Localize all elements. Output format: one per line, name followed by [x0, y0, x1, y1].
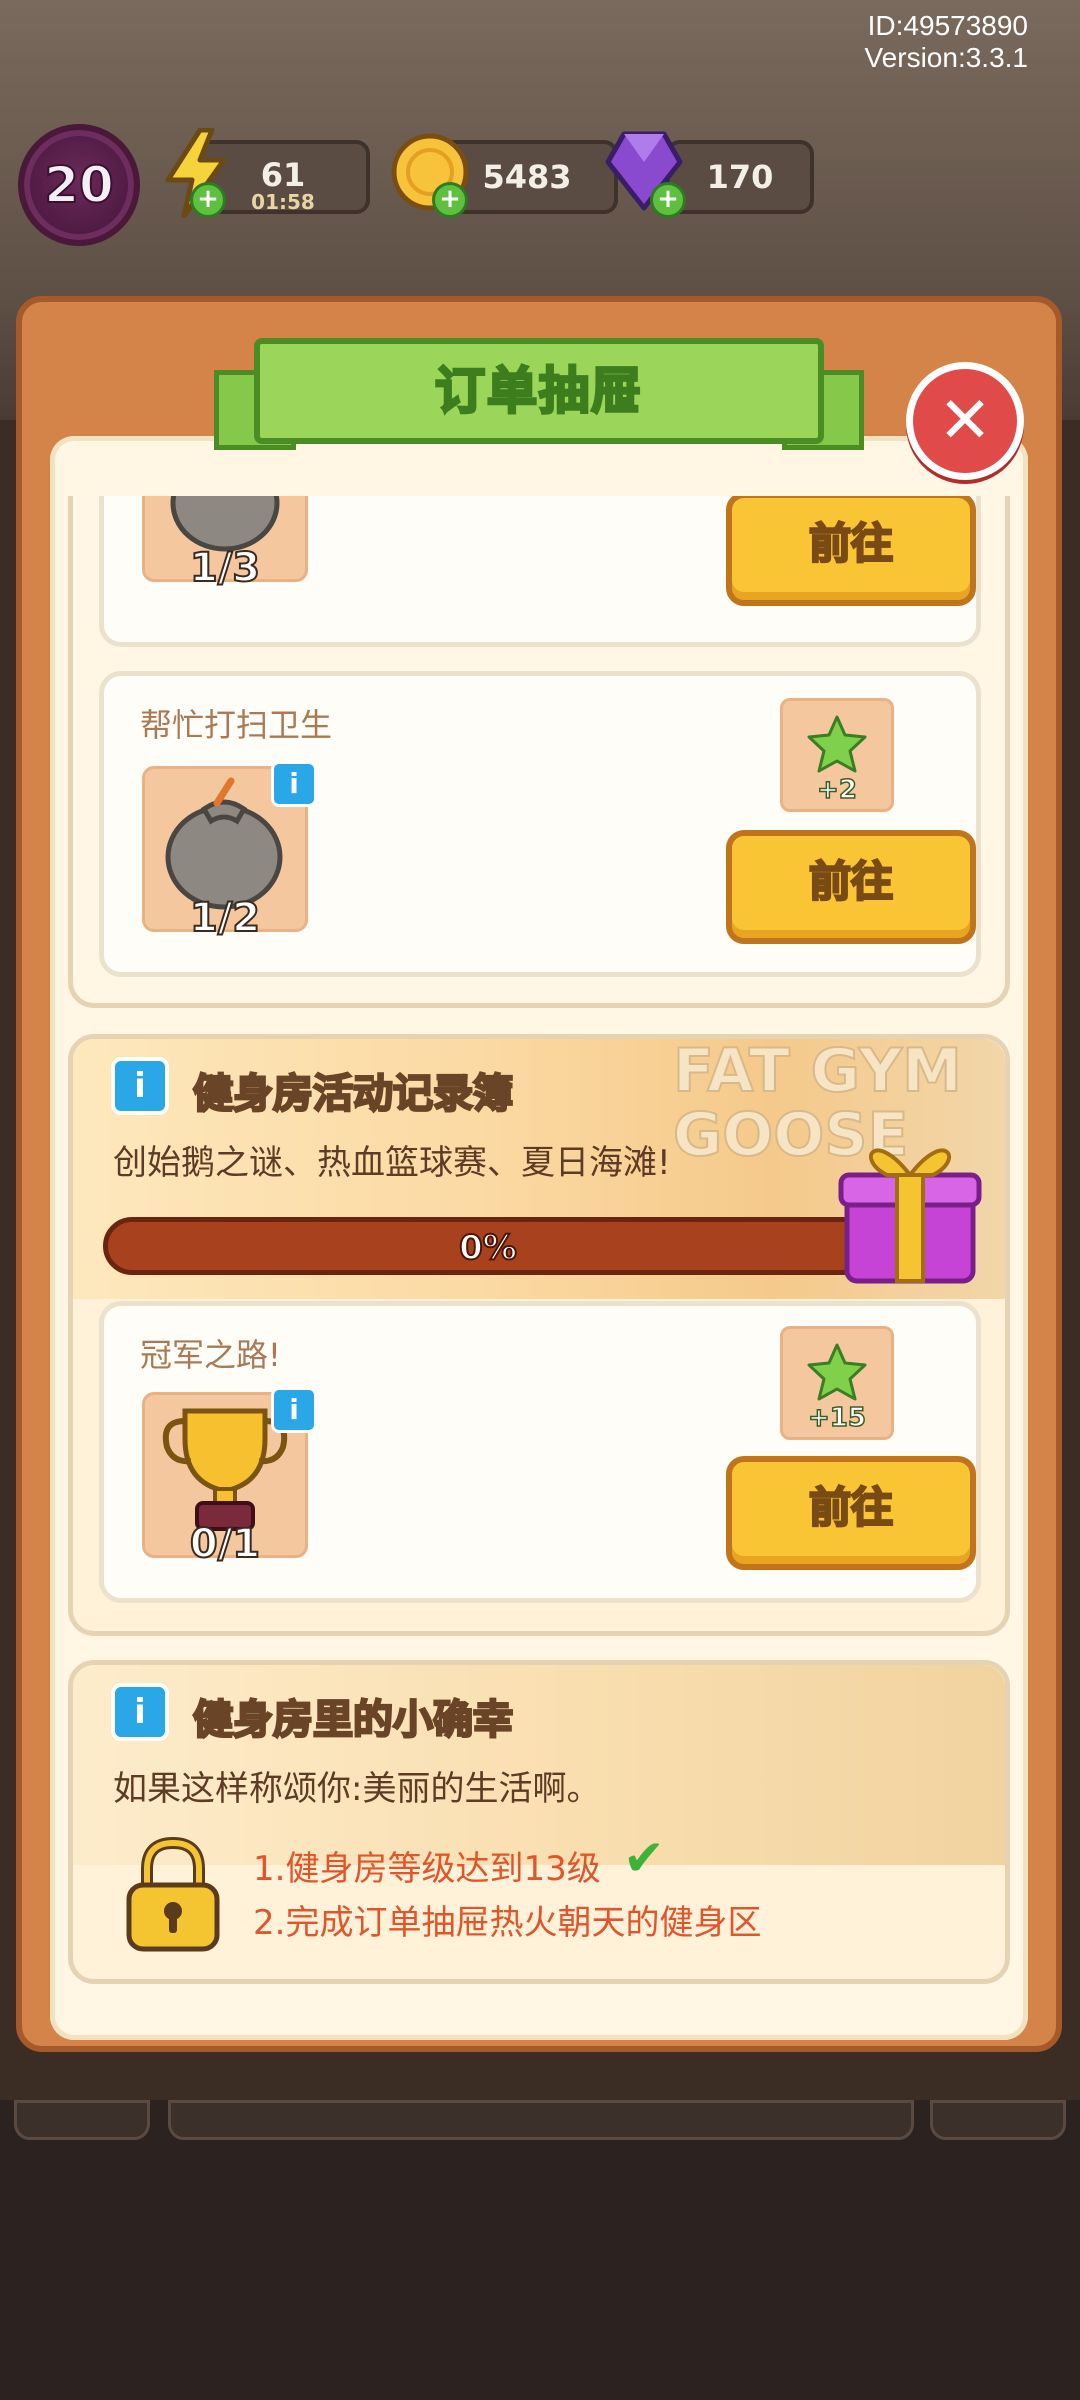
- player-level-badge[interactable]: 20: [18, 124, 140, 246]
- green-star-icon: [807, 1343, 867, 1401]
- info-icon[interactable]: i: [271, 1387, 317, 1433]
- gem-value: 170: [706, 158, 774, 196]
- task-name: 冠军之路!: [140, 1336, 281, 1374]
- ribbon-body: 订单抽屉: [254, 338, 824, 444]
- task-card: 帮忙打扫卫生 1/2 i +2 前往: [99, 671, 981, 977]
- go-button[interactable]: 前往: [726, 1456, 976, 1570]
- task-card: 冠军之路! 0/1 i +15 前往: [99, 1301, 981, 1603]
- task-name: 帮忙打扫卫生: [140, 706, 333, 744]
- version-text: Version:3.3.1: [864, 42, 1028, 73]
- gift-box-icon[interactable]: [835, 1119, 985, 1289]
- add-gems-button[interactable]: +: [650, 182, 686, 218]
- padlock-icon: [126, 1836, 220, 1952]
- task-card: 1/3 前往: [99, 496, 981, 647]
- player-level-value: 20: [43, 155, 115, 215]
- task-progress-count: 1/3: [189, 544, 261, 592]
- build-info: ID:49573890 Version:3.3.1: [865, 10, 1028, 74]
- order-list-scroll[interactable]: 1/3 前往 帮忙打扫卫生 1/2 i +2 前往 FAT GYM GOOSE …: [50, 496, 1028, 2016]
- collection-progress-bar: 0%: [103, 1217, 873, 1275]
- task-item-slot[interactable]: 0/1 i: [142, 1387, 317, 1568]
- info-icon[interactable]: i: [271, 761, 317, 807]
- dialog-title: 订单抽屉: [434, 361, 643, 422]
- green-star-icon: [807, 715, 867, 773]
- requirement-1: 1.健身房等级达到13级: [253, 1849, 601, 1889]
- close-button[interactable]: ✕: [906, 362, 1024, 480]
- go-button-label: 前往: [808, 518, 895, 570]
- add-energy-button[interactable]: +: [190, 182, 226, 218]
- task-progress-count: 0/1: [189, 1520, 261, 1568]
- go-button[interactable]: 前往: [726, 496, 976, 606]
- trash-bag-icon: [165, 777, 283, 910]
- section-description: 创始鹅之谜、热血篮球赛、夏日海滩!: [113, 1143, 671, 1183]
- go-button-label: 前往: [808, 856, 895, 908]
- section-description: 如果这样称颂你:美丽的生活啊。: [113, 1769, 601, 1809]
- section-title: 健身房活动记录簿: [192, 1070, 515, 1119]
- task-item-slot: 1/3: [142, 496, 308, 592]
- gym-record-section: FAT GYM GOOSE i 健身房活动记录簿 创始鹅之谜、热血篮球赛、夏日海…: [68, 1034, 1010, 1636]
- reward-amount: +15: [807, 1402, 866, 1434]
- order-section: 1/3 前往 帮忙打扫卫生 1/2 i +2 前往: [68, 496, 1010, 1008]
- add-coins-button[interactable]: +: [432, 182, 468, 218]
- section-title: 健身房里的小确幸: [192, 1696, 515, 1745]
- gym-joy-section: i 健身房里的小确幸 如果这样称颂你:美丽的生活啊。 1.健身房等级达到13级 …: [68, 1660, 1010, 1984]
- go-button[interactable]: 前往: [726, 830, 976, 944]
- close-icon: ✕: [938, 384, 992, 458]
- gem-counter[interactable]: 170: [666, 140, 814, 214]
- dialog-title-ribbon: 订单抽屉: [214, 338, 864, 458]
- task-item-slot[interactable]: 1/2 i: [142, 761, 317, 942]
- go-button-label: 前往: [808, 1482, 895, 1534]
- game-floor: [0, 2100, 1080, 2400]
- task-progress-count: 1/2: [189, 894, 261, 942]
- info-icon[interactable]: i: [111, 1683, 169, 1741]
- background-shelf: [14, 2100, 150, 2140]
- info-icon[interactable]: i: [111, 1057, 169, 1115]
- background-shelf: [930, 2100, 1066, 2140]
- reward-slot: +15: [780, 1326, 894, 1440]
- progress-text: 0%: [458, 1227, 518, 1269]
- reward-slot: +2: [780, 698, 894, 812]
- reward-amount: +2: [816, 774, 857, 806]
- background-counter: [168, 2100, 914, 2140]
- check-icon: ✔: [623, 1829, 665, 1887]
- requirement-2: 2.完成订单抽屉热火朝天的健身区: [253, 1903, 762, 1943]
- user-id-text: ID:49573890: [867, 10, 1028, 41]
